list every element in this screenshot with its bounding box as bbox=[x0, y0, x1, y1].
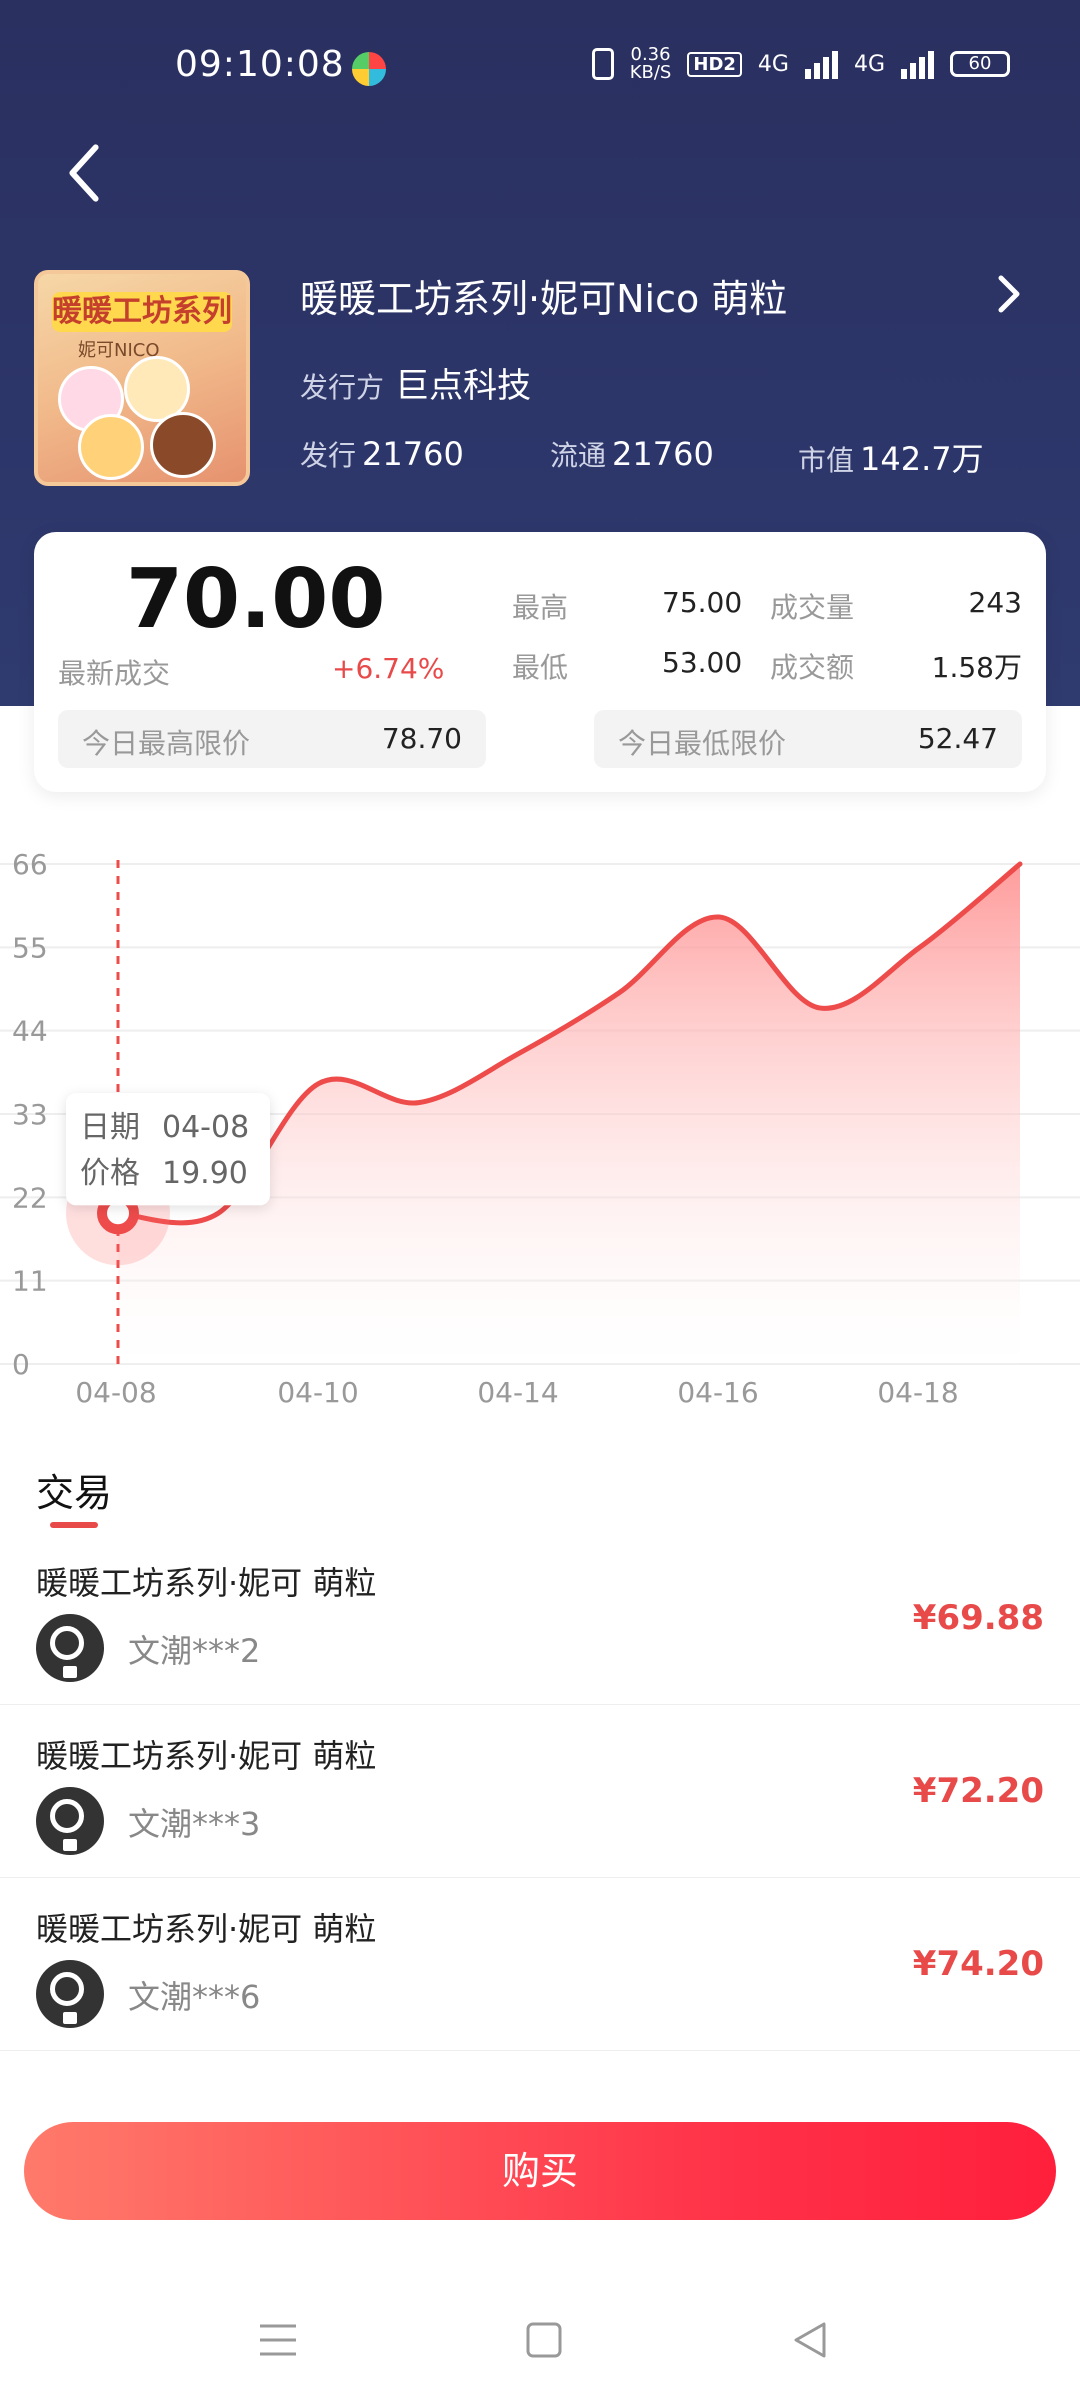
trade-section-title[interactable]: 交易 bbox=[36, 1462, 112, 1517]
system-nav-bar bbox=[0, 2280, 1080, 2400]
trade-user: 文潮***6 bbox=[128, 1978, 261, 2016]
user-avatar bbox=[36, 1614, 104, 1682]
limit-low-value: 52.47 bbox=[917, 722, 998, 755]
back-button[interactable] bbox=[56, 138, 112, 208]
low-label: 最低 bbox=[512, 651, 569, 684]
product-thumbnail: 暖暖工坊系列 妮可NICO bbox=[34, 270, 250, 486]
status-bar: 09:10:08 0.36 KB/S HD2 4G 4G 60 bbox=[0, 0, 1080, 136]
x-tick-label: 04-08 bbox=[75, 1376, 156, 1409]
active-tab-indicator bbox=[50, 1522, 98, 1528]
trade-item-name: 暖暖工坊系列·妮可 萌粒 bbox=[36, 1910, 377, 1948]
trade-user: 文潮***2 bbox=[128, 1632, 261, 1670]
chart-tooltip: 日期 04-08 价格 19.90 bbox=[66, 1093, 270, 1206]
user-avatar bbox=[36, 1960, 104, 2028]
y-tick-label: 22 bbox=[12, 1181, 48, 1214]
price-chart[interactable]: 6655443322110 04-08 04-10 04-14 04-16 04-18 … bbox=[0, 820, 1080, 1420]
trade-list: 暖暖工坊系列·妮可 萌粒 文潮***2 ¥69.88 暖暖工坊系列·妮可 萌粒 … bbox=[0, 1532, 1080, 2051]
y-tick-label: 11 bbox=[12, 1265, 48, 1298]
trade-row[interactable]: 暖暖工坊系列·妮可 萌粒 文潮***3 ¥72.20 bbox=[0, 1705, 1080, 1878]
trade-item-name: 暖暖工坊系列·妮可 萌粒 bbox=[36, 1737, 377, 1775]
tooltip-date-label: 日期 bbox=[80, 1110, 140, 1145]
volume-label: 成交量 bbox=[770, 591, 855, 624]
turnover-label: 成交额 bbox=[770, 651, 855, 684]
issuer-name: 巨点科技 bbox=[395, 366, 532, 406]
x-tick-label: 04-16 bbox=[677, 1376, 758, 1409]
user-avatar bbox=[36, 1787, 104, 1855]
limit-high-box: 今日最高限价 78.70 bbox=[58, 710, 486, 768]
trade-row[interactable]: 暖暖工坊系列·妮可 萌粒 文潮***2 ¥69.88 bbox=[0, 1532, 1080, 1705]
menu-icon[interactable] bbox=[248, 2310, 308, 2370]
trade-row[interactable]: 暖暖工坊系列·妮可 萌粒 文潮***6 ¥74.20 bbox=[0, 1878, 1080, 2051]
issuer-label: 发行方 bbox=[300, 371, 385, 404]
signal1-label: 4G bbox=[757, 51, 789, 77]
network-speed: 0.36 KB/S bbox=[630, 46, 672, 82]
back-nav-icon[interactable] bbox=[780, 2310, 840, 2370]
high-value: 75.00 bbox=[662, 586, 743, 619]
x-tick-label: 04-10 bbox=[277, 1376, 358, 1409]
buy-button[interactable]: 购买 bbox=[24, 2122, 1056, 2220]
stat-label: 流通 bbox=[550, 439, 607, 472]
y-tick-label: 66 bbox=[12, 848, 48, 881]
chevron-right-icon bbox=[998, 275, 1020, 313]
trade-price: ¥72.20 bbox=[912, 1771, 1044, 1811]
limit-high-label: 今日最高限价 bbox=[82, 727, 251, 760]
hd-badge: HD2 bbox=[687, 51, 742, 77]
stat-value: 142.7万 bbox=[860, 440, 984, 478]
price-card: 70.00 最新成交 +6.74% 最高 75.00 成交量 243 最低 53… bbox=[34, 532, 1046, 792]
stat-value: 21760 bbox=[362, 435, 464, 473]
trade-item-name: 暖暖工坊系列·妮可 萌粒 bbox=[36, 1564, 377, 1602]
y-tick-label: 0 bbox=[12, 1348, 30, 1381]
stat-market-cap: 市值 142.7万 bbox=[798, 434, 984, 480]
trade-price: ¥74.20 bbox=[912, 1944, 1044, 1984]
limit-low-label: 今日最低限价 bbox=[618, 727, 787, 760]
character-illustration bbox=[78, 414, 144, 480]
tooltip-price-value: 19.90 bbox=[162, 1156, 248, 1191]
stat-value: 21760 bbox=[612, 435, 714, 473]
trade-user: 文潮***3 bbox=[128, 1805, 261, 1843]
signal2-label: 4G bbox=[853, 51, 885, 77]
product-title[interactable]: 暖暖工坊系列·妮可Nico 萌粒 bbox=[300, 268, 787, 323]
signal-icon bbox=[804, 49, 838, 79]
stat-circulation: 流通 21760 bbox=[550, 434, 714, 474]
app-notification-icon bbox=[352, 52, 386, 86]
turnover-value: 1.58万 bbox=[931, 651, 1022, 684]
x-tick-label: 04-14 bbox=[477, 1376, 558, 1409]
status-icons: 0.36 KB/S HD2 4G 4G 60 bbox=[591, 46, 1010, 82]
stat-label: 发行 bbox=[300, 439, 357, 472]
product-detail-button[interactable] bbox=[992, 272, 1026, 316]
low-value: 53.00 bbox=[662, 646, 743, 679]
stat-issued: 发行 21760 bbox=[300, 434, 464, 474]
tooltip-price-label: 价格 bbox=[80, 1156, 140, 1191]
issuer-row: 发行方 巨点科技 bbox=[300, 358, 531, 407]
vibrate-icon bbox=[591, 48, 614, 80]
high-label: 最高 bbox=[512, 591, 569, 624]
home-icon[interactable] bbox=[514, 2310, 574, 2370]
network-speed-unit: KB/S bbox=[629, 62, 672, 83]
character-illustration bbox=[150, 412, 216, 478]
stat-label: 市值 bbox=[798, 444, 855, 477]
volume-value: 243 bbox=[968, 586, 1022, 619]
thumbnail-title: 暖暖工坊系列 bbox=[52, 292, 232, 332]
x-tick-label: 04-18 bbox=[877, 1376, 958, 1409]
battery-icon: 60 bbox=[950, 51, 1010, 77]
chevron-left-icon bbox=[69, 144, 99, 202]
last-price-label: 最新成交 bbox=[58, 657, 171, 690]
signal-icon bbox=[901, 49, 934, 79]
y-tick-label: 55 bbox=[12, 931, 48, 964]
status-time: 09:10:08 bbox=[175, 44, 345, 85]
limit-high-value: 78.70 bbox=[381, 722, 462, 755]
trade-price: ¥69.88 bbox=[912, 1598, 1044, 1638]
change-percent: +6.74% bbox=[332, 652, 445, 685]
y-tick-label: 33 bbox=[12, 1098, 48, 1131]
tooltip-date-value: 04-08 bbox=[162, 1110, 249, 1145]
limit-low-box: 今日最低限价 52.47 bbox=[594, 710, 1022, 768]
y-tick-label: 44 bbox=[12, 1015, 48, 1048]
last-price: 70.00 bbox=[126, 552, 386, 647]
